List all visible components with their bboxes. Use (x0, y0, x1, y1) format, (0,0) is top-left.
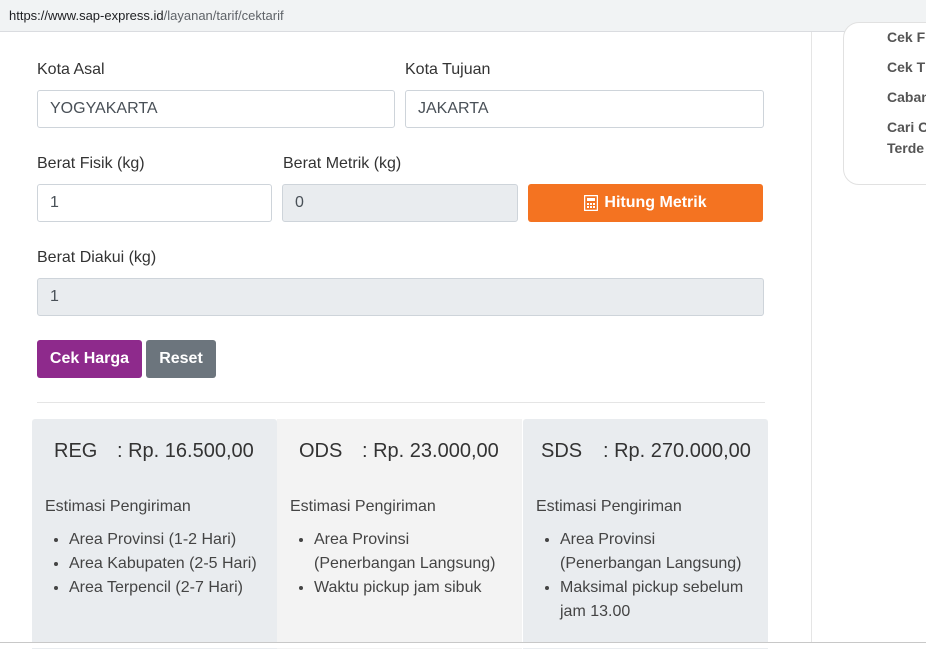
reset-button[interactable]: Reset (146, 340, 216, 378)
metric-weight-label: Berat Metrik (kg) (283, 155, 402, 172)
estimate-list: Area Provinsi (Penerbangan Langsung) Mak… (560, 528, 760, 624)
estimate-label: Estimasi Pengiriman (45, 498, 191, 515)
estimate-list: Area Provinsi (1-2 Hari) Area Kabupaten … (69, 528, 269, 600)
check-price-button[interactable]: Cek Harga (37, 340, 142, 378)
accepted-weight-label: Berat Diakui (kg) (37, 249, 157, 266)
accepted-weight-input: 1 (37, 278, 764, 316)
list-item: Area Provinsi (Penerbangan Langsung) (560, 528, 760, 576)
sidebar: Cek F Cek T Caban Cari C Terde (812, 22, 926, 642)
calculator-icon (584, 195, 599, 211)
estimate-label: Estimasi Pengiriman (536, 498, 682, 515)
list-item: Waktu pickup jam sibuk (314, 576, 514, 600)
sidebar-item-cabang[interactable]: Caban (887, 89, 926, 105)
estimate-label: Estimasi Pengiriman (290, 498, 436, 515)
metric-weight-input: 0 (282, 184, 518, 222)
url-host: https://www.sap-express.id (9, 8, 164, 23)
weight-input[interactable]: 1 (37, 184, 272, 222)
window-bottom-edge (0, 642, 926, 648)
list-item: Area Provinsi (1-2 Hari) (69, 528, 269, 552)
weight-label: Berat Fisik (kg) (37, 155, 145, 172)
origin-input[interactable]: YOGYAKARTA (37, 90, 395, 128)
list-item: Area Terpencil (2-7 Hari) (69, 576, 269, 600)
estimate-list: Area Provinsi (Penerbangan Langsung) Wak… (314, 528, 514, 600)
list-item: Area Kabupaten (2-5 Hari) (69, 552, 269, 576)
sidebar-item-cek-t[interactable]: Cek T (887, 59, 925, 75)
divider (37, 402, 765, 403)
sidebar-item-cek-f[interactable]: Cek F (887, 29, 925, 45)
url-text[interactable]: https://www.sap-express.id/layanan/tarif… (9, 8, 284, 23)
result-card-sds: SDS: Rp. 270.000,00 Estimasi Pengiriman … (523, 419, 768, 649)
result-card-ods: ODS : Rp. 23.000,00 Estimasi Pengiriman A… (277, 419, 522, 649)
calculate-metric-button[interactable]: Hitung Metrik (528, 184, 763, 222)
service-price: : Rp. 16.500,00 (117, 440, 254, 462)
service-name: REG (54, 440, 98, 462)
service-price: : Rp. 23.000,00 (362, 440, 499, 462)
origin-label: Kota Asal (37, 61, 105, 78)
service-name: SDS (541, 440, 583, 462)
list-item: Area Provinsi (Penerbangan Langsung) (314, 528, 514, 576)
list-item: Maksimal pickup sebelum jam 13.00 (560, 576, 760, 624)
sidebar-item-cari[interactable]: Cari C (887, 119, 926, 135)
result-heading: SDS : Rp. 270.000,00 (541, 440, 751, 463)
destination-input[interactable]: JAKARTA (405, 90, 764, 128)
url-path: /layanan/tarif/cektarif (163, 8, 284, 23)
result-heading: ODS : Rp. 23.000,00 (299, 440, 499, 463)
calculate-metric-label: Hitung Metrik (604, 194, 707, 211)
result-heading: REG : Rp. 16.500,00 (54, 440, 254, 463)
service-price: : Rp. 270.000,00 (603, 440, 751, 462)
address-bar[interactable]: https://www.sap-express.id/layanan/tarif… (0, 0, 926, 32)
destination-label: Kota Tujuan (405, 61, 491, 78)
sidebar-item-terdekat[interactable]: Terde (887, 140, 924, 156)
service-name: ODS (299, 440, 343, 462)
result-card-reg: REG : Rp. 16.500,00 Estimasi Pengiriman A… (32, 419, 277, 649)
